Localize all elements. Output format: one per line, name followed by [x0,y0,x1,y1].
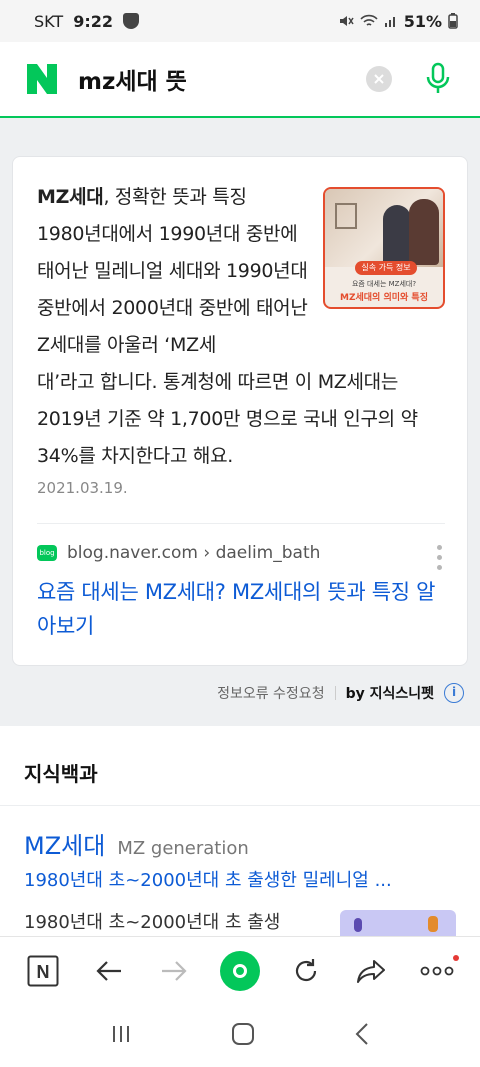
entry-thumbnail[interactable] [340,910,456,936]
divider [37,523,445,524]
section-title: 지식백과 [24,762,98,786]
source-url: blog.naver.com › daelim_bath [67,543,321,563]
illustration-figure [354,918,362,932]
recent-apps-icon[interactable] [110,1023,132,1049]
separator [334,686,336,700]
mute-icon [339,16,354,26]
back-icon[interactable] [85,947,133,995]
entry-subtitle-link[interactable]: 1980년대 초~2000년대 초 출생한 밀레니얼 ... [24,866,454,892]
carrier: SKT [34,11,64,31]
entry-name-link[interactable]: MZ세대 [24,826,105,861]
search-input[interactable]: mz세대 뜻 [78,62,366,96]
signal-icon [384,17,395,27]
share-icon[interactable] [347,947,395,995]
entry-description: 1980년대 초~2000년대 초 출생 [24,912,281,933]
back-nav-icon[interactable] [354,1022,370,1050]
home-icon[interactable] [216,947,264,995]
battery-percent: 51% [403,11,442,31]
wifi-icon [360,14,378,26]
entry-header[interactable]: MZ세대 MZ generation [24,826,249,861]
knowledge-snippet-card[interactable]: MZ세대, 정확한 뜻과 특징 1980년대에서 1990년대 중반에 태어난 … [12,156,468,666]
notification-dot [453,954,460,961]
thumbnail-person [409,199,439,265]
thumbnail-person [383,205,411,265]
illustration-figure [428,916,438,932]
browser-toolbar: N [0,936,480,1004]
thumbnail-caption: 요즘 대세는 MZ세대? [351,280,417,288]
shield-icon [122,13,139,29]
snippet-title-suffix: , 정확한 뜻과 특징 [103,186,247,208]
snippet-text-wide: 대’라고 합니다. 통계청에 따르면 이 MZ세대는 2019년 기준 약 1,… [37,371,418,467]
status-bar: SKT 9:22 51% [0,0,480,42]
divider [0,805,480,806]
svg-text:N: N [36,962,49,982]
thumbnail-tag: 실속 가득 정보 [355,261,417,275]
info-icon[interactable]: i [444,683,464,703]
forward-icon[interactable] [150,947,198,995]
snippet-body: MZ세대, 정확한 뜻과 특징 1980년대에서 1990년대 중반에 태어난 … [37,179,418,475]
home-button [219,950,260,991]
search-bar: mz세대 뜻 [0,42,480,118]
system-nav-bar [0,1004,480,1067]
blog-icon: blog [37,545,57,561]
source-link[interactable]: blog blog.naver.com › daelim_bath [37,543,320,563]
snippet-text-narrow: 1980년대에서 1990년대 중반에 태어난 밀레니얼 세대와 1990년대 … [37,223,308,356]
snippet-title: MZ세대 [37,186,104,208]
blog-title-link[interactable]: 요즘 대세는 MZ세대? MZ세대의 뜻과 특징 알아보기 [37,575,445,643]
refresh-icon[interactable] [282,947,330,995]
by-label: by 지식스니펫 [345,686,434,702]
clock: 9:22 [73,11,113,31]
entry-english: MZ generation [117,838,249,859]
home-ring [232,963,247,978]
report-error-link[interactable]: 정보오류 수정요청 [217,683,325,703]
home-nav-icon[interactable] [231,1022,255,1050]
report-row: 정보오류 수정요청 by 지식스니펫 i [0,676,480,710]
naver-logo-icon[interactable] [24,61,60,97]
mic-icon[interactable] [420,61,456,97]
encyclopedia-section: 지식백과 MZ세대 MZ generation 1980년대 초~2000년대 … [0,726,480,936]
naver-tab-icon[interactable]: N [19,947,67,995]
thumbnail-caption-title: MZ세대의 의미와 특징 [340,293,428,303]
snippet-date: 2021.03.19. [37,479,128,497]
more-options-icon[interactable] [437,545,443,570]
clear-icon[interactable] [366,66,392,92]
status-icons: 51% [338,12,458,31]
more-icon[interactable] [413,947,461,995]
battery-icon [448,13,458,29]
home-core [235,966,244,975]
snippet-thumbnail[interactable]: 실속 가득 정보 요즘 대세는 MZ세대? MZ세대의 의미와 특징 [323,187,445,309]
page: SKT 9:22 51% mz세대 뜻 MZ세대, 정확한 뜻과 특징 1980… [0,0,480,1067]
thumbnail-frame [335,203,357,229]
